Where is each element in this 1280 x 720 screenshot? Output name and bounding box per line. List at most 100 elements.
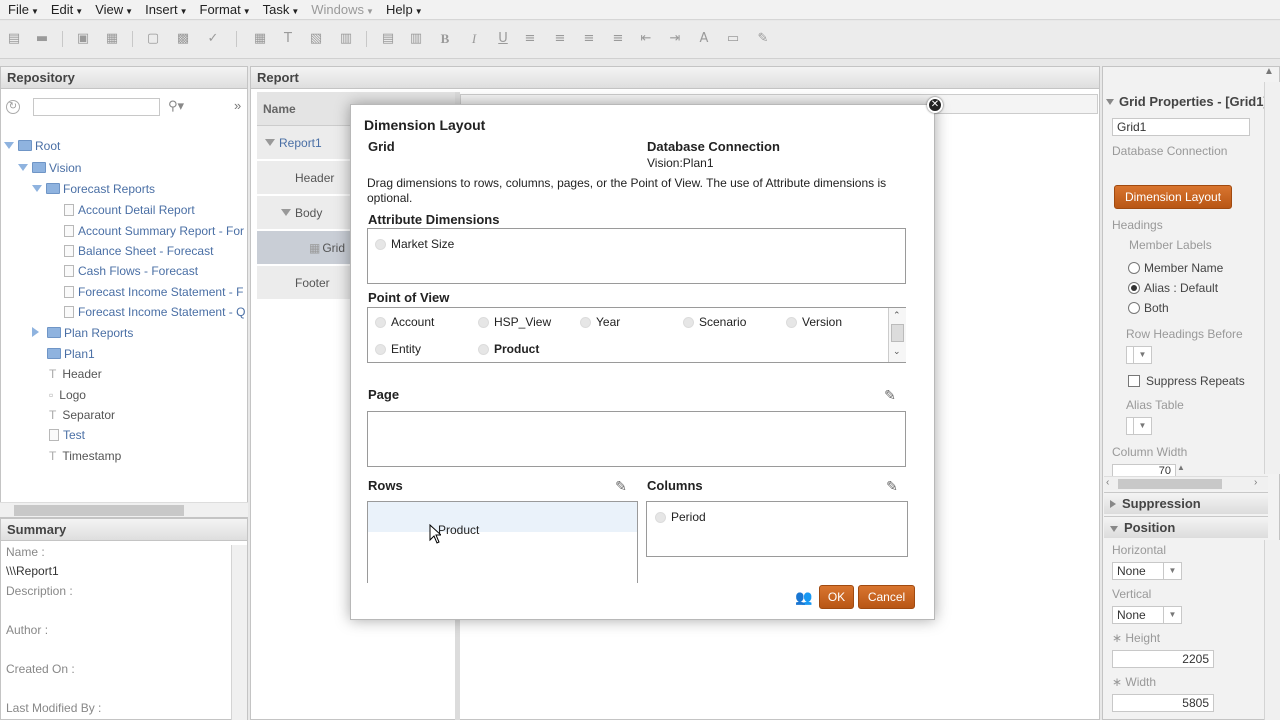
expand-icon[interactable] bbox=[265, 139, 275, 146]
scroll-thumb[interactable] bbox=[14, 505, 184, 516]
vertical-select[interactable]: None ▼ bbox=[1112, 606, 1182, 624]
row-headings-before-select[interactable]: ▼ bbox=[1126, 346, 1152, 364]
dimension-period[interactable]: Period bbox=[655, 510, 706, 524]
tree-item-test[interactable]: Test bbox=[49, 426, 85, 444]
search-icon[interactable]: ⚲▾ bbox=[168, 99, 184, 114]
radio-button-selected[interactable] bbox=[1128, 282, 1140, 294]
menu-help[interactable]: Help ▼ bbox=[386, 2, 423, 17]
user-settings-icon[interactable]: 👥 bbox=[795, 590, 812, 606]
refresh-icon[interactable]: ↻ bbox=[6, 100, 20, 114]
radio-alias-default[interactable]: Alias : Default bbox=[1128, 281, 1218, 295]
radio-member-name[interactable]: Member Name bbox=[1128, 261, 1223, 275]
align-right-icon[interactable]: ≡ bbox=[581, 31, 597, 47]
rows-dropzone[interactable]: Product bbox=[367, 501, 638, 583]
edit-pencil-icon[interactable]: ✎ bbox=[884, 479, 900, 495]
scroll-thumb[interactable] bbox=[1118, 479, 1222, 489]
tree-item-logo[interactable]: ▫ Logo bbox=[49, 386, 86, 404]
dimension-market-size[interactable]: Market Size bbox=[375, 237, 454, 251]
expand-icon[interactable] bbox=[1110, 500, 1116, 508]
checkbox[interactable] bbox=[1128, 375, 1140, 387]
dimension-product[interactable]: Product bbox=[438, 523, 479, 537]
open-folder-icon[interactable]: ▬ bbox=[34, 31, 50, 47]
tree-item-header[interactable]: T Header bbox=[49, 365, 102, 383]
insert-chart-icon[interactable]: ▥ bbox=[338, 31, 354, 47]
align-center-icon[interactable]: ≡ bbox=[552, 31, 568, 47]
repository-search-input[interactable] bbox=[33, 98, 160, 116]
validate-icon[interactable]: ✓ bbox=[205, 31, 221, 47]
scroll-up-icon[interactable]: ▲ bbox=[1264, 66, 1274, 77]
grid-name-input[interactable]: Grid1 bbox=[1112, 118, 1250, 136]
new-icon[interactable]: ▤ bbox=[6, 31, 22, 47]
tree-item-timestamp[interactable]: T Timestamp bbox=[49, 447, 121, 465]
outdent-icon[interactable]: ⇤ bbox=[638, 31, 654, 47]
tree-item-report[interactable]: Cash Flows - Forecast bbox=[64, 262, 198, 280]
summary-vscrollbar[interactable] bbox=[231, 545, 247, 720]
scroll-left-icon[interactable]: ‹ bbox=[1106, 477, 1109, 488]
font-size-icon[interactable]: A bbox=[696, 31, 712, 47]
tree-item-plan1[interactable]: Plan1 bbox=[47, 345, 95, 363]
scroll-thumb[interactable] bbox=[891, 324, 904, 342]
grid-properties-header[interactable]: Grid Properties - [Grid1] bbox=[1106, 92, 1272, 112]
expand-panel-icon[interactable]: » bbox=[234, 98, 241, 113]
italic-icon[interactable]: I bbox=[466, 31, 482, 47]
dimension-product[interactable]: Product bbox=[478, 342, 539, 356]
spinner-up-icon[interactable]: ▲ bbox=[1177, 463, 1185, 472]
scroll-down-icon[interactable]: ⌄ bbox=[893, 346, 901, 357]
insert-image-icon[interactable]: ▧ bbox=[308, 31, 324, 47]
menu-view[interactable]: View ▼ bbox=[95, 2, 133, 17]
radio-button[interactable] bbox=[1128, 302, 1140, 314]
edit-pencil-icon[interactable]: ✎ bbox=[613, 479, 629, 495]
expand-icon[interactable] bbox=[18, 164, 28, 171]
insert-text-icon[interactable]: T bbox=[280, 31, 296, 47]
cancel-button[interactable]: Cancel bbox=[858, 585, 915, 609]
alias-table-select[interactable]: ▼ bbox=[1126, 417, 1152, 435]
point-of-view-dropzone[interactable]: Account HSP_View Year Scenario Version E… bbox=[367, 307, 906, 363]
radio-both[interactable]: Both bbox=[1128, 301, 1169, 315]
dimension-scenario[interactable]: Scenario bbox=[683, 315, 746, 329]
properties-hscrollbar[interactable]: ‹ › bbox=[1104, 476, 1268, 490]
dimension-layout-button[interactable]: Dimension Layout bbox=[1114, 185, 1232, 209]
expand-icon[interactable] bbox=[32, 185, 42, 192]
menu-windows[interactable]: Windows ▼ bbox=[311, 2, 374, 17]
collapse-icon[interactable] bbox=[1110, 526, 1118, 532]
print-preview-icon[interactable]: ▢ bbox=[145, 31, 161, 47]
insert-column-icon[interactable]: ▥ bbox=[408, 31, 424, 47]
tree-item-report[interactable]: Account Summary Report - For bbox=[64, 222, 244, 240]
dimension-entity[interactable]: Entity bbox=[375, 342, 421, 356]
pov-vscrollbar[interactable]: ⌃ ⌄ bbox=[888, 308, 906, 362]
justify-icon[interactable]: ≡ bbox=[610, 31, 626, 47]
dimension-account[interactable]: Account bbox=[375, 315, 434, 329]
tree-item-report[interactable]: Balance Sheet - Forecast bbox=[64, 242, 213, 260]
print-icon[interactable]: ▩ bbox=[175, 31, 191, 47]
save-icon[interactable]: ▣ bbox=[75, 31, 91, 47]
menu-file[interactable]: File ▼ bbox=[8, 2, 39, 17]
edit-pencil-icon[interactable]: ✎ bbox=[882, 388, 898, 404]
tree-item-root[interactable]: Root bbox=[4, 137, 60, 155]
suppression-section[interactable]: Suppression bbox=[1104, 492, 1268, 514]
save-all-icon[interactable]: ▦ bbox=[104, 31, 120, 47]
tree-item-report[interactable]: Account Detail Report bbox=[64, 201, 195, 219]
tree-item-report[interactable]: Forecast Income Statement - F bbox=[64, 283, 243, 301]
text-box-icon[interactable]: ▭ bbox=[725, 31, 741, 47]
underline-icon[interactable]: U bbox=[495, 31, 511, 47]
dimension-hsp-view[interactable]: HSP_View bbox=[478, 315, 551, 329]
horizontal-select[interactable]: None ▼ bbox=[1112, 562, 1182, 580]
format-painter-icon[interactable]: ✎ bbox=[755, 31, 771, 47]
attribute-dimensions-dropzone[interactable]: Market Size bbox=[367, 228, 906, 284]
close-icon[interactable]: ✕ bbox=[927, 97, 943, 113]
scroll-right-icon[interactable]: › bbox=[1254, 477, 1257, 488]
tree-item-forecast-reports[interactable]: Forecast Reports bbox=[32, 180, 155, 198]
collapse-icon[interactable] bbox=[1106, 99, 1114, 105]
tree-item-separator[interactable]: T Separator bbox=[49, 406, 115, 424]
expand-icon[interactable] bbox=[4, 142, 14, 149]
tree-item-vision[interactable]: Vision bbox=[18, 159, 81, 177]
expand-icon[interactable] bbox=[281, 209, 291, 216]
insert-grid-icon[interactable]: ▦ bbox=[252, 31, 268, 47]
insert-row-icon[interactable]: ▤ bbox=[380, 31, 396, 47]
tree-item-report[interactable]: Forecast Income Statement - Q bbox=[64, 303, 245, 321]
tree-item-plan-reports[interactable]: Plan Reports bbox=[32, 324, 133, 342]
menu-format[interactable]: Format ▼ bbox=[200, 2, 251, 17]
repository-hscrollbar[interactable] bbox=[0, 502, 248, 517]
position-section[interactable]: Position bbox=[1104, 516, 1268, 538]
ok-button[interactable]: OK bbox=[819, 585, 854, 609]
